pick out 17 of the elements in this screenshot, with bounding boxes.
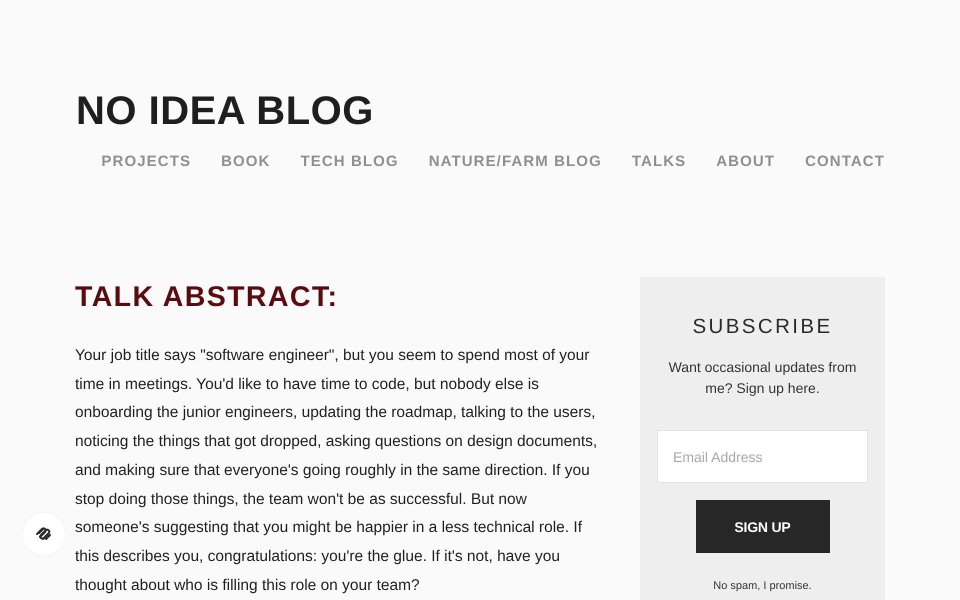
blog-title[interactable]: NO IDEA BLOG [76, 88, 374, 134]
sign-up-button[interactable]: SIGN UP [696, 500, 830, 553]
subscribe-title: SUBSCRIBE [692, 314, 833, 340]
platform-badge[interactable] [23, 513, 65, 555]
nav-link[interactable]: CONTACT [805, 152, 885, 172]
nav-link[interactable]: TALKS [632, 152, 686, 172]
email-field[interactable]: Email Address [657, 430, 868, 483]
nav-link[interactable]: NATURE/FARM BLOG [428, 152, 602, 172]
nav-link[interactable]: ABOUT [716, 152, 776, 172]
nav-link[interactable]: PROJECTS [101, 152, 192, 172]
nav-link[interactable]: TECH BLOG [300, 152, 399, 172]
article-paragraph: Your job title says "software engineer", but you seem to spend most of your time in meetings. You'd like to have time to code, but nobody else is onboarding the junior engineers, updating the roadmap, talking to the users, noticing the things that got dropped, asking questions on design documents, and making sure that everyone's going roughly in the same direction. If you stop doing those things, the team won't be as successful. But now someone's suggesting that you might be happier in a less technical role. If this describes you, congratulations: you're the glue. If it's not, have you thought about who is filling this role on your team? [75, 346, 598, 596]
no-spam-note: No spam, I promise. [713, 580, 812, 592]
nav-link[interactable]: BOOK [221, 152, 270, 172]
article-heading: TALK ABSTRACT: [75, 280, 340, 315]
linked-loops-icon [35, 525, 53, 543]
subscribe-description: Want occasional updates from me? Sign up here. [668, 358, 858, 398]
